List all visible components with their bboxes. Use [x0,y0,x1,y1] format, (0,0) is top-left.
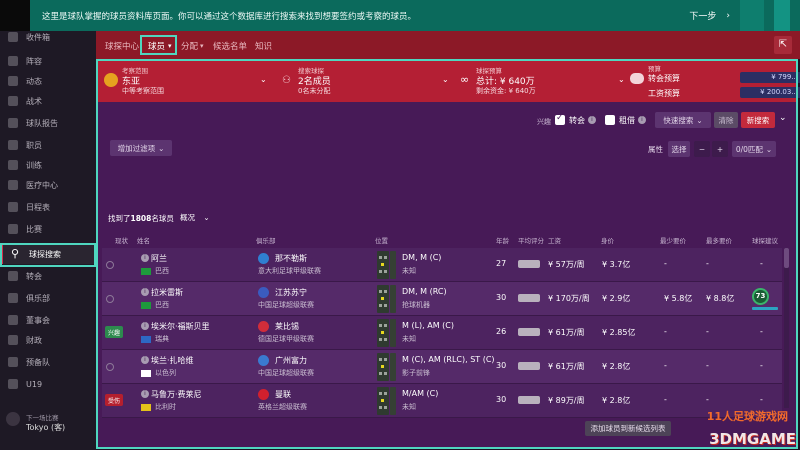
sidebar-item[interactable]: 医疗中心 [0,175,96,195]
watermark-line1: 11人足球游戏网 [706,410,788,423]
close-icon[interactable]: ⇱ [774,36,792,54]
sidebar-item[interactable]: 比赛 [0,219,96,239]
sidebar-item-label: U19 [26,379,43,389]
sidebar-item-label: 职员 [26,140,42,150]
sidebar-item[interactable]: 战术 [0,91,96,111]
sidebar-item-label: 董事会 [26,315,50,325]
sidebar-item[interactable]: 俱乐部 [0,288,96,308]
menu-icon [8,202,18,212]
sidebar-item-label: 收件箱 [26,32,50,42]
tutorial-text: 这里是球队掌握的球员资料库页面。你可以通过这个数据库进行搜索来找到想要签约或考察… [42,11,417,22]
sidebar-item-label: 战术 [26,96,42,106]
tab-scouting-center[interactable]: 球探中心 [101,38,143,54]
next-match-value: Tokyo (客) [26,423,66,432]
sidebar-item-label: 球队报告 [26,118,58,128]
next-match-icon [6,412,20,426]
sidebar-item[interactable]: 训练 [0,155,96,175]
menu-icon [8,335,18,345]
menu-icon [8,76,18,86]
menu-icon [8,180,18,190]
watermark-line2: 3DMGAME [709,430,796,448]
menu-icon [8,160,18,170]
sidebar-item-label: 日程表 [26,202,50,212]
tab-knowledge[interactable]: 知识 [251,38,276,54]
banner-accent-bar-2 [774,0,790,31]
manager-avatar [0,0,30,31]
sidebar-item-label: 财政 [26,335,42,345]
chevron-down-icon: ▾ [200,42,204,50]
sidebar-item[interactable]: 预备队 [0,352,96,372]
menu-icon [8,315,18,325]
sidebar-item-label: 动态 [26,76,42,86]
sidebar-item[interactable]: 职员 [0,135,96,155]
sidebar-item[interactable]: 球队报告 [0,113,96,133]
scouting-header: 球探中心 球员 ▾ 分配 ▾ 候选名单 知识 ⇱ [96,31,800,59]
sidebar-item-label: 预备队 [26,357,50,367]
tutorial-banner: 这里是球队掌握的球员资料库页面。你可以通过这个数据库进行搜索来找到想要签约或考察… [0,0,800,31]
sidebar-item[interactable]: U19 [0,374,96,394]
sidebar-item-label: 训练 [26,160,42,170]
sidebar-item[interactable]: 董事会 [0,310,96,330]
next-match-label: 下一场比赛 [26,414,59,422]
tab-shortlist[interactable]: 候选名单 [209,38,251,54]
sidebar-item-label: 比赛 [26,224,42,234]
sidebar-item[interactable]: 日程表 [0,197,96,217]
menu-icon [8,56,18,66]
menu-icon [8,96,18,106]
sidebar-footer[interactable]: 下一场比赛 Tokyo (客) [4,408,92,442]
sidebar-item[interactable]: 动态 [0,71,96,91]
sidebar-item-label: 阵容 [26,56,42,66]
sidebar-item[interactable]: 转会 [0,266,96,286]
banner-accent-bar [740,0,764,31]
menu-icon [8,271,18,281]
menu-icon [8,140,18,150]
menu-icon [8,357,18,367]
sidebar-item[interactable]: 财政 [0,330,96,350]
tutorial-next-group: 下一步 › [689,0,790,31]
sidebar-item-label: 俱乐部 [26,293,50,303]
tab-assignments[interactable]: 分配 ▾ [177,38,208,54]
menu-icon [8,118,18,128]
main-highlight-frame [96,59,798,449]
sidebar-highlight-frame [0,243,96,267]
sidebar-item-label: 医疗中心 [26,180,58,190]
site-watermark: 11人足球游戏网 3DMGAME [654,408,800,450]
menu-icon [8,32,18,42]
menu-icon [8,379,18,389]
menu-icon [8,293,18,303]
next-arrow-icon[interactable]: › [726,11,730,21]
sidebar-item-label: 转会 [26,271,42,281]
sidebar-item[interactable]: 阵容 [0,51,96,71]
menu-icon [8,224,18,234]
tab-assignments-label: 分配 [181,42,199,52]
next-step-button[interactable]: 下一步 [689,9,716,22]
tab-highlight-frame [140,35,177,55]
